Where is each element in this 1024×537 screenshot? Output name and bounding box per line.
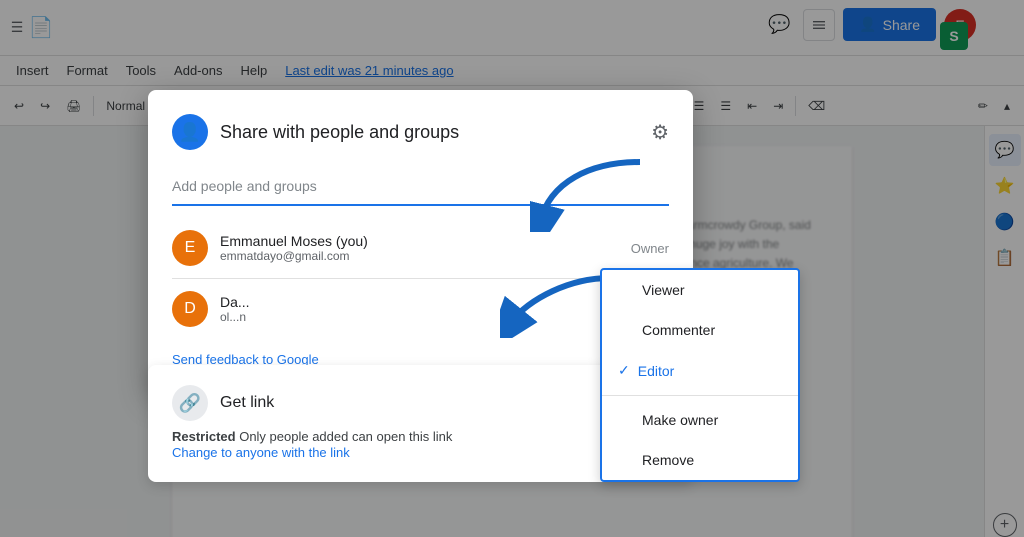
get-link-rest: Only people added can open this link [239, 429, 452, 444]
share-title-icon: 👤 [172, 114, 208, 150]
dropdown-viewer-label: Viewer [642, 282, 685, 298]
person-divider [172, 278, 669, 279]
add-people-container [172, 170, 669, 206]
person-info-emmanuel: Emmanuel Moses (you) emmatdayo@gmail.com [220, 233, 619, 263]
person-info-d: Da... ol...n [220, 294, 597, 324]
share-gear-icon[interactable]: ⚙ [651, 120, 669, 145]
person-role-owner: Owner [631, 241, 669, 256]
people-list: E Emmanuel Moses (you) emmatdayo@gmail.c… [172, 222, 669, 335]
person-row-2: D Da... ol...n Editor ▾ [172, 283, 669, 335]
dropdown-editor-label: Editor [638, 363, 675, 379]
person-avatar-d: D [172, 291, 208, 327]
person-row: E Emmanuel Moses (you) emmatdayo@gmail.c… [172, 222, 669, 274]
dropdown-item-editor[interactable]: ✓ Editor [602, 350, 798, 391]
get-link-title: Get link [220, 394, 274, 412]
person-initial-d: D [184, 300, 196, 318]
share-dialog-header: 👤 Share with people and groups ⚙ [172, 114, 669, 150]
person-email-d: ol...n [220, 310, 597, 324]
dropdown-item-remove[interactable]: Remove [602, 440, 798, 480]
person-avatar-emmanuel: E [172, 230, 208, 266]
get-link-header: 🔗 Get link [172, 385, 669, 421]
get-link-icon: 🔗 [172, 385, 208, 421]
get-link-desc: Restricted Only people added can open th… [172, 429, 669, 444]
editor-check-icon: ✓ [618, 362, 630, 379]
person-name: Emmanuel Moses (you) [220, 233, 619, 249]
dropdown-item-commenter[interactable]: Commenter [602, 310, 798, 350]
person-email: emmatdayo@gmail.com [220, 249, 619, 263]
get-link-restricted: Restricted [172, 429, 236, 444]
dropdown-remove-label: Remove [642, 452, 694, 468]
role-dropdown-menu: Viewer Commenter ✓ Editor Make owner Rem… [600, 268, 800, 482]
add-people-input[interactable] [172, 178, 669, 194]
person-name-d: Da... [220, 294, 597, 310]
dropdown-make-owner-label: Make owner [642, 412, 718, 428]
person-initial: E [185, 239, 196, 257]
get-link-change-link[interactable]: Change to anyone with the link [172, 445, 350, 460]
dropdown-divider [602, 395, 798, 396]
share-dialog-title-text: Share with people and groups [220, 122, 459, 143]
dropdown-item-viewer[interactable]: Viewer [602, 270, 798, 310]
dropdown-commenter-label: Commenter [642, 322, 715, 338]
share-dialog-title: 👤 Share with people and groups [172, 114, 459, 150]
dropdown-item-make-owner[interactable]: Make owner [602, 400, 798, 440]
